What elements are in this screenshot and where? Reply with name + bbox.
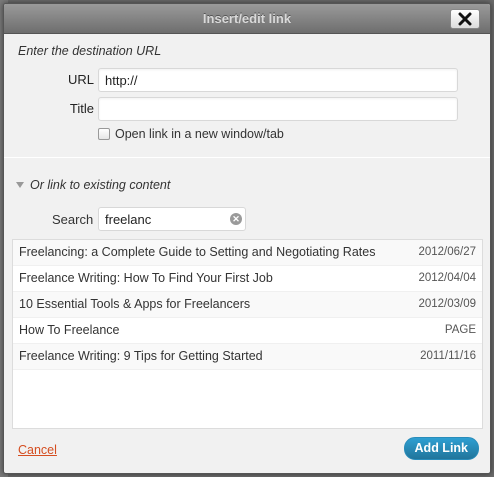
result-date: 2012/03/09 xyxy=(418,298,476,310)
new-window-option[interactable]: Open link in a new window/tab xyxy=(98,127,284,141)
search-label: Search xyxy=(52,212,94,227)
result-title: Freelance Writing: 9 Tips for Getting St… xyxy=(19,349,263,363)
url-label: URL xyxy=(67,72,94,87)
result-title: How To Freelance xyxy=(19,323,120,337)
dialog-title: Insert/edit link xyxy=(202,11,292,26)
disclosure-triangle-icon xyxy=(16,182,24,188)
clear-search-icon[interactable]: ✕ xyxy=(230,213,242,225)
result-item[interactable]: How To Freelance PAGE xyxy=(13,318,482,344)
result-item[interactable]: Freelance Writing: 9 Tips for Getting St… xyxy=(13,344,482,370)
result-title: 10 Essential Tools & Apps for Freelancer… xyxy=(19,297,251,311)
existing-content-toggle[interactable]: Or link to existing content xyxy=(16,178,170,192)
add-link-button[interactable]: Add Link xyxy=(403,437,479,460)
section-divider xyxy=(4,157,490,158)
title-input[interactable] xyxy=(98,97,458,121)
result-item[interactable]: Freelance Writing: How To Find Your Firs… xyxy=(13,266,482,292)
result-title: Freelancing: a Complete Guide to Setting… xyxy=(19,245,376,259)
close-icon xyxy=(458,12,472,26)
cancel-link[interactable]: Cancel xyxy=(18,443,57,457)
dialog-titlebar: Insert/edit link xyxy=(4,4,490,34)
result-item[interactable]: 10 Essential Tools & Apps for Freelancer… xyxy=(13,292,482,318)
close-button[interactable] xyxy=(450,9,480,29)
result-title: Freelance Writing: How To Find Your Firs… xyxy=(19,271,273,285)
new-window-checkbox[interactable] xyxy=(98,128,110,140)
search-input[interactable] xyxy=(98,207,246,231)
existing-content-label: Or link to existing content xyxy=(30,178,171,192)
result-date: 2012/06/27 xyxy=(418,246,476,258)
url-section-heading: Enter the destination URL xyxy=(18,44,162,58)
url-input[interactable] xyxy=(98,68,458,92)
search-results-list: Freelancing: a Complete Guide to Setting… xyxy=(12,239,483,429)
result-date: 2011/11/16 xyxy=(420,350,476,362)
title-label: Title xyxy=(69,101,94,116)
result-item[interactable]: Freelancing: a Complete Guide to Setting… xyxy=(13,240,482,266)
result-date: 2012/04/04 xyxy=(418,272,476,284)
result-type: PAGE xyxy=(444,324,476,336)
insert-link-dialog: Insert/edit link Enter the destination U… xyxy=(3,3,491,474)
new-window-label: Open link in a new window/tab xyxy=(115,127,284,141)
